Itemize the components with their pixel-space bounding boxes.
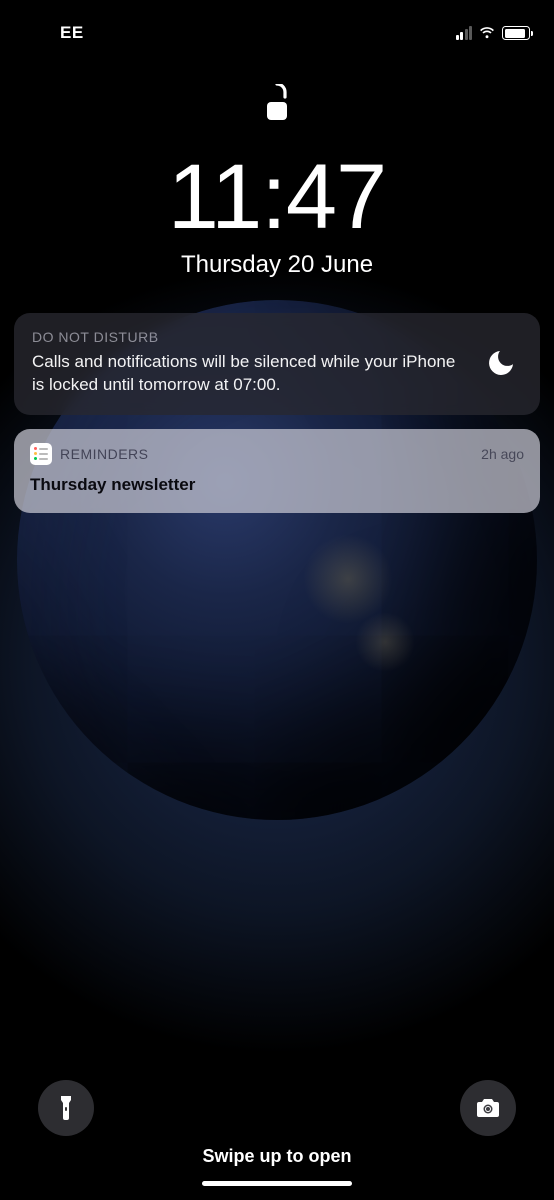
notification-reminders[interactable]: REMINDERS 2h ago Thursday newsletter <box>14 429 540 513</box>
notification-title: Thursday newsletter <box>30 475 524 495</box>
do-not-disturb-card[interactable]: DO NOT DISTURB Calls and notifications w… <box>14 313 540 415</box>
swipe-up-label[interactable]: Swipe up to open <box>38 1146 516 1167</box>
status-bar: EE <box>0 0 554 48</box>
status-icons <box>456 26 531 40</box>
battery-icon <box>502 26 530 40</box>
carrier-label: EE <box>60 23 84 43</box>
dnd-header: DO NOT DISTURB <box>32 329 464 345</box>
notification-app-name: REMINDERS <box>60 446 149 462</box>
cellular-signal-icon <box>456 27 473 40</box>
camera-button[interactable] <box>460 1080 516 1136</box>
clock-date: Thursday 20 June <box>0 251 554 279</box>
camera-icon <box>475 1097 501 1119</box>
clock-time: 11:47 <box>0 151 554 243</box>
lock-icon <box>262 84 292 131</box>
moon-icon <box>480 347 522 379</box>
notification-time: 2h ago <box>481 446 524 462</box>
dnd-body: Calls and notifications will be silenced… <box>32 351 464 397</box>
flashlight-button[interactable] <box>38 1080 94 1136</box>
flashlight-icon <box>56 1094 76 1122</box>
reminders-app-icon <box>30 443 52 465</box>
wifi-icon <box>478 26 496 40</box>
home-indicator[interactable] <box>202 1181 352 1186</box>
